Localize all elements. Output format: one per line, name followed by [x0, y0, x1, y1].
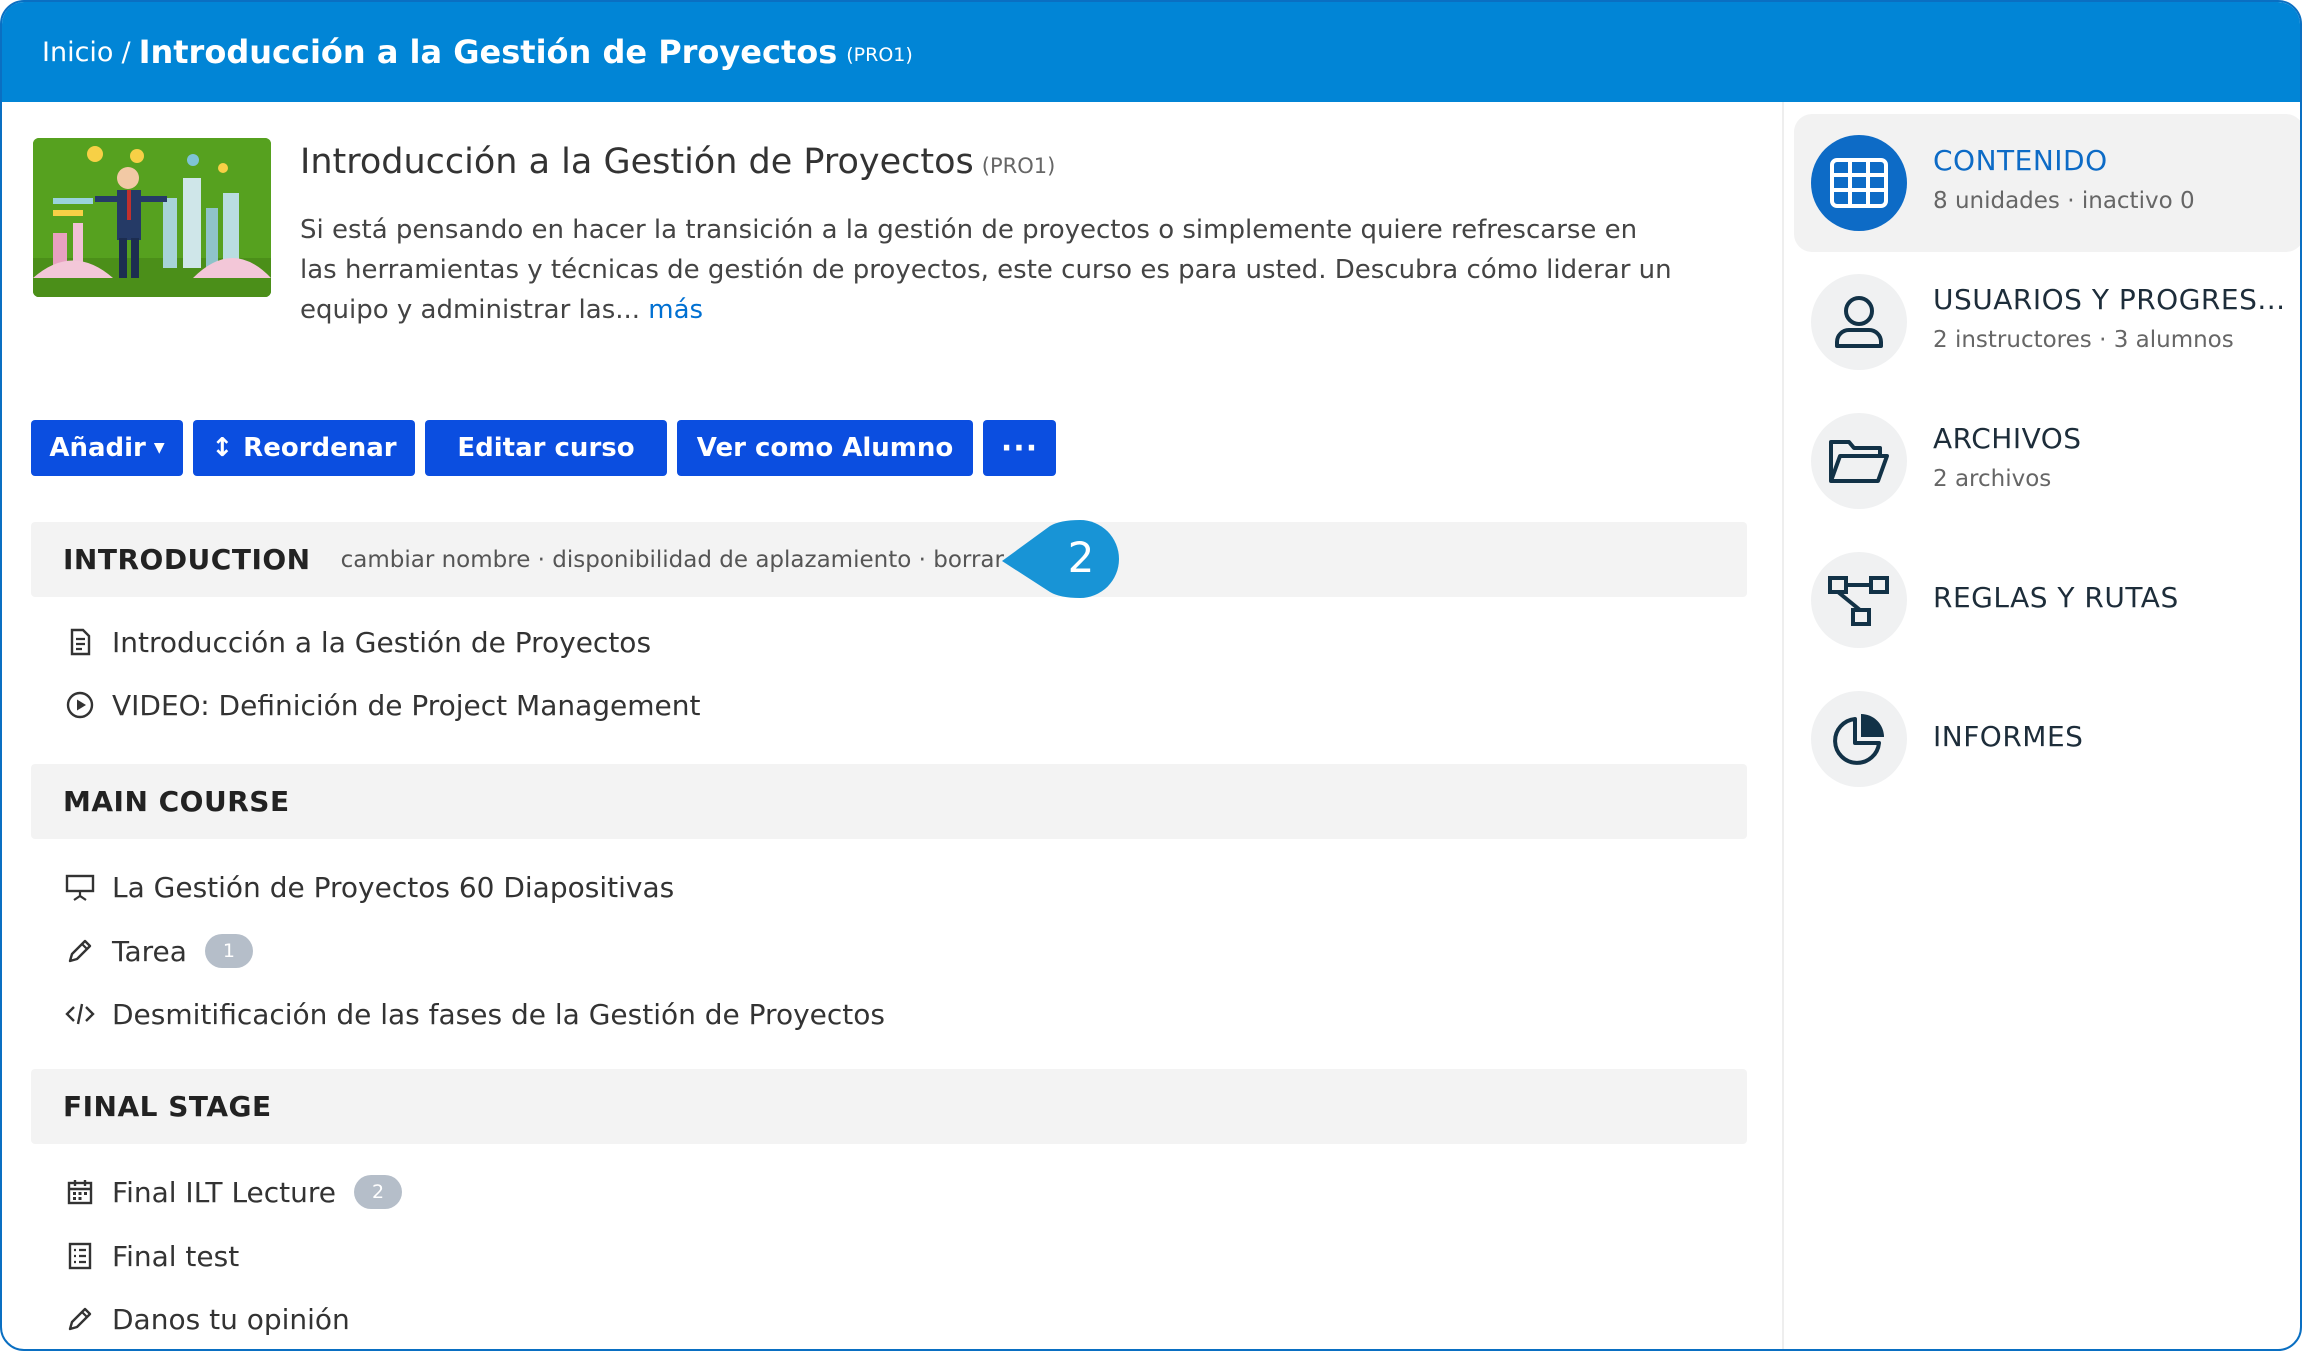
sidebar-item-reglas-y-rutas[interactable]: REGLAS Y RUTAS [1794, 531, 2300, 669]
add-button[interactable]: Añadir ▼ [31, 420, 183, 476]
section-header-main-course: MAIN COURSE [31, 764, 1747, 839]
sidebar-item-label: REGLAS Y RUTAS [1933, 581, 2179, 614]
sidebar-item-usuarios[interactable]: USUARIOS Y PROGRES... 2 instructores · 3… [1794, 253, 2300, 391]
vertical-arrows-icon: ↕ [211, 433, 234, 463]
breadcrumb-code: (PRO1) [846, 44, 913, 66]
section-title: INTRODUCTION [63, 543, 311, 576]
list-item[interactable]: La Gestión de Proyectos 60 Diapositivas [64, 867, 674, 907]
sidebar-item-sub: 8 unidades · inactivo 0 [1933, 188, 2195, 214]
callout-marker: 2 [1002, 520, 1122, 598]
section-header-final-stage: FINAL STAGE [31, 1069, 1747, 1144]
course-description-text: Si está pensando en hacer la transición … [300, 215, 1672, 325]
course-title: Introducción a la Gestión de Proyectos (P… [300, 142, 1055, 182]
item-label: Tarea [112, 934, 187, 968]
flow-icon [1811, 552, 1907, 648]
sidebar-item-label: CONTENIDO [1933, 144, 2108, 177]
reorder-button-label: Reordenar [243, 433, 397, 463]
breadcrumb-separator: / [121, 36, 131, 68]
item-label: VIDEO: Definición de Project Management [112, 688, 701, 722]
edit-course-button-label: Editar curso [457, 433, 635, 463]
sidebar-item-sub: 2 instructores · 3 alumnos [1933, 327, 2234, 353]
sidebar: CONTENIDO 8 unidades · inactivo 0 USUARI… [1782, 102, 2300, 1349]
sidebar-item-label: INFORMES [1933, 720, 2084, 753]
document-icon [64, 626, 96, 658]
checklist-icon [64, 1240, 96, 1272]
more-link[interactable]: más [648, 295, 703, 325]
user-icon [1811, 274, 1907, 370]
view-as-student-button-label: Ver como Alumno [696, 433, 954, 463]
list-item[interactable]: Final ILT Lecture 2 [64, 1172, 403, 1212]
code-icon [64, 998, 96, 1030]
edit-course-button[interactable]: Editar curso [425, 420, 667, 476]
item-label: Final ILT Lecture [112, 1175, 337, 1209]
item-label: Desmitificación de las fases de la Gesti… [112, 997, 885, 1031]
calendar-icon [64, 1176, 96, 1208]
pencil-icon [64, 935, 96, 967]
caret-down-icon: ▼ [153, 440, 165, 456]
course-code: (PRO1) [981, 154, 1056, 178]
course-description: Si está pensando en hacer la transición … [300, 210, 1680, 330]
sidebar-item-contenido[interactable]: CONTENIDO 8 unidades · inactivo 0 [1794, 114, 2300, 252]
view-as-student-button[interactable]: Ver como Alumno [677, 420, 973, 476]
folder-icon [1811, 413, 1907, 509]
list-item[interactable]: Final test [64, 1236, 239, 1276]
pencil-icon [64, 1303, 96, 1335]
item-label: Final test [112, 1239, 240, 1273]
count-badge: 1 [204, 934, 253, 968]
breadcrumb-home-link[interactable]: Inicio [42, 37, 113, 68]
list-item[interactable]: Danos tu opinión [64, 1299, 350, 1339]
list-item[interactable]: Tarea 1 [64, 931, 253, 971]
sidebar-item-archivos[interactable]: ARCHIVOS 2 archivos [1794, 392, 2300, 530]
callout-number: 2 [1067, 533, 1095, 582]
course-content-area: Introducción a la Gestión de Proyectos (P… [2, 102, 1782, 1349]
reorder-button[interactable]: ↕ Reordenar [193, 420, 415, 476]
add-button-label: Añadir [49, 433, 146, 463]
item-label: Introducción a la Gestión de Proyectos [112, 625, 652, 659]
item-label: La Gestión de Proyectos 60 Diapositivas [112, 870, 675, 904]
grid-icon [1811, 135, 1907, 231]
action-toolbar: Añadir ▼ ↕ Reordenar Editar curso Ver co… [31, 420, 1056, 476]
play-icon [64, 689, 96, 721]
app-window: Inicio / Introducción a la Gestión de Pr… [0, 0, 2302, 1351]
more-options-button[interactable]: ··· [983, 420, 1056, 476]
course-title-text: Introducción a la Gestión de Proyectos [300, 142, 974, 182]
breadcrumb: Inicio / Introducción a la Gestión de Pr… [2, 2, 2300, 102]
list-item[interactable]: Introducción a la Gestión de Proyectos [64, 622, 651, 662]
sidebar-item-label: ARCHIVOS [1933, 422, 2082, 455]
section-title: MAIN COURSE [63, 785, 290, 818]
breadcrumb-current: Introducción a la Gestión de Proyectos [138, 33, 838, 71]
sidebar-item-informes[interactable]: INFORMES [1794, 670, 2300, 808]
count-badge: 2 [354, 1175, 403, 1209]
pie-chart-icon [1811, 691, 1907, 787]
course-thumbnail [33, 138, 271, 297]
list-item[interactable]: VIDEO: Definición de Project Management [64, 685, 701, 725]
section-title: FINAL STAGE [63, 1090, 272, 1123]
sidebar-item-label: USUARIOS Y PROGRES... [1933, 283, 2286, 316]
list-item[interactable]: Desmitificación de las fases de la Gesti… [64, 994, 885, 1034]
sidebar-item-sub: 2 archivos [1933, 466, 2052, 492]
item-label: Danos tu opinión [112, 1302, 350, 1336]
section-actions[interactable]: cambiar nombre · disponibilidad de aplaz… [341, 547, 1004, 573]
presentation-icon [64, 871, 96, 903]
section-header-introduction: INTRODUCTION cambiar nombre · disponibil… [31, 522, 1747, 597]
more-options-label: ··· [1000, 430, 1039, 466]
